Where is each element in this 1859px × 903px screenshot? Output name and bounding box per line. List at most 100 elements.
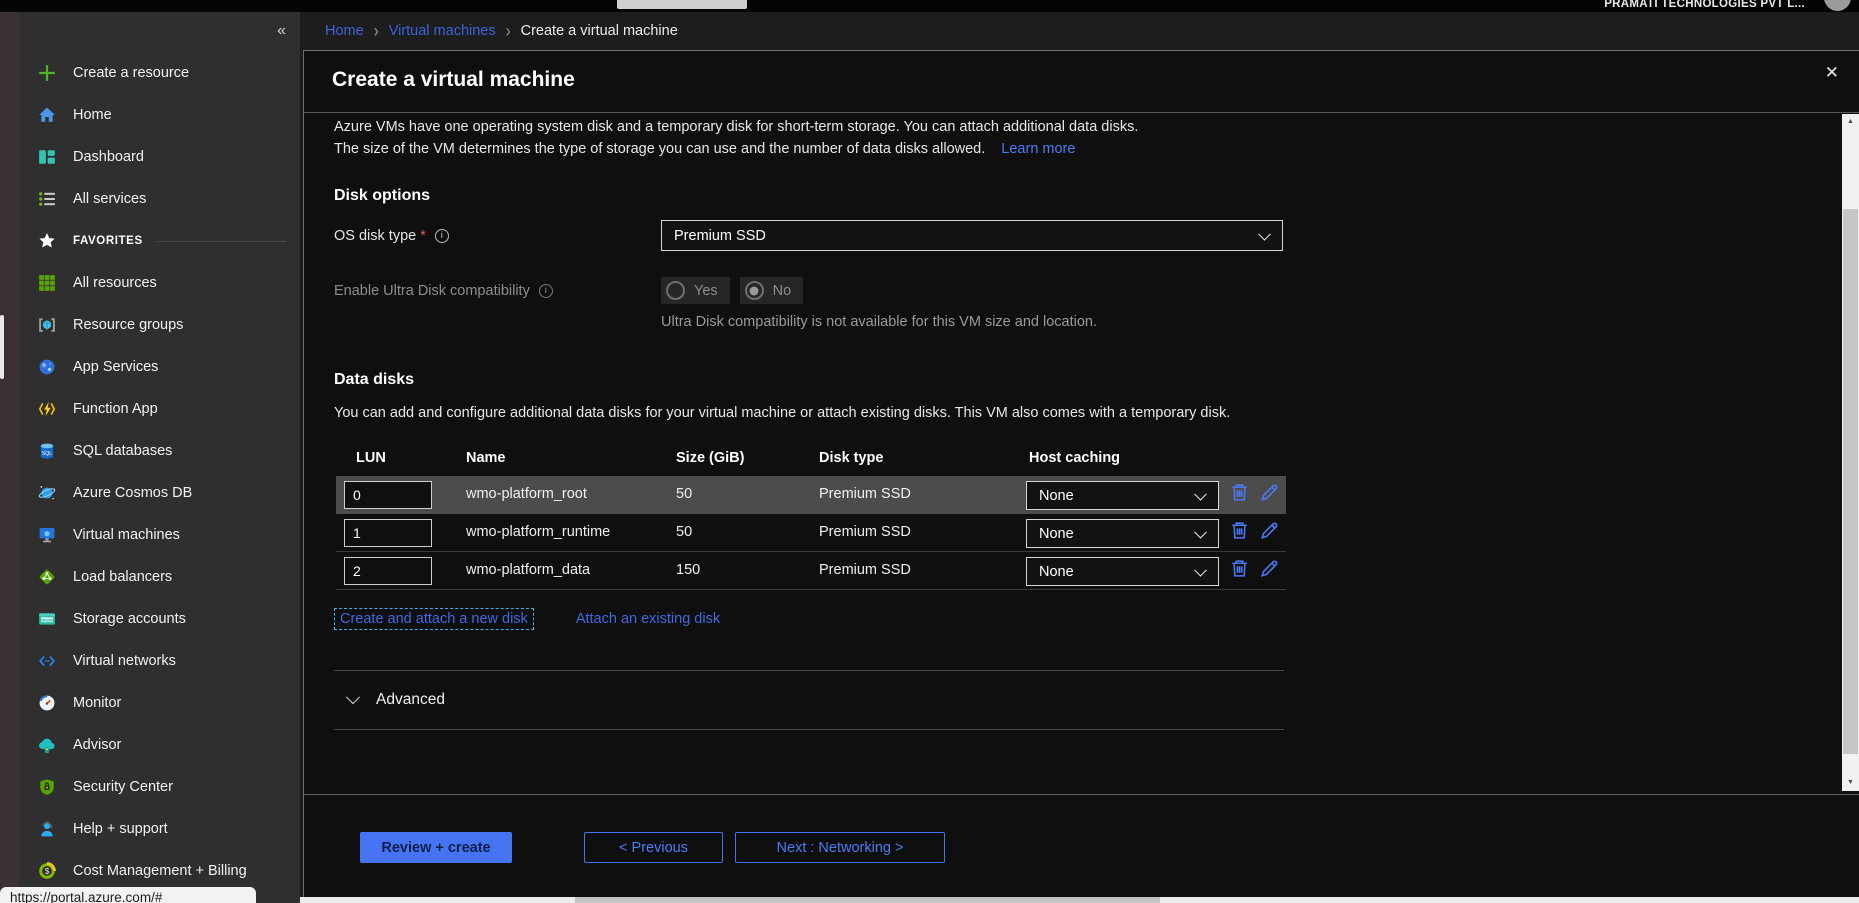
main-area: Home › Virtual machines › Create a virtu… — [300, 12, 1859, 903]
host-caching-value: None — [1039, 488, 1074, 504]
sidebar-item-label: Function App — [73, 401, 158, 417]
table-row: wmo-platform_data 150 Premium SSD None — [336, 552, 1286, 590]
chevron-right-icon: › — [506, 20, 511, 41]
sidebar-item-virtual-machines[interactable]: Virtual machines — [19, 514, 300, 556]
sidebar-item-create-a-resource[interactable]: Create a resource — [19, 52, 300, 94]
os-disk-type-label-col: OS disk type* i — [334, 228, 661, 244]
sidebar-item-home[interactable]: Home — [19, 94, 300, 136]
chevron-down-icon — [1194, 487, 1207, 500]
disk-size: 50 — [676, 524, 692, 540]
sidebar-item-dashboard[interactable]: Dashboard — [19, 136, 300, 178]
sidebar-item-all-services[interactable]: All services — [19, 178, 300, 220]
sidebar-item-label: Create a resource — [73, 65, 189, 81]
sidebar-item-load-balancers[interactable]: Load balancers — [19, 556, 300, 598]
list-icon — [38, 190, 56, 208]
planet-icon — [38, 484, 56, 502]
advanced-label: Advanced — [376, 691, 445, 709]
sidebar-collapse-button[interactable]: « — [277, 22, 286, 40]
sidebar-item-advisor[interactable]: Advisor — [19, 724, 300, 766]
sidebar-item-cost-management[interactable]: $ Cost Management + Billing — [19, 850, 300, 892]
gauge-icon — [38, 694, 56, 712]
radio-label: No — [773, 283, 792, 299]
close-icon[interactable]: ✕ — [1825, 63, 1839, 83]
attach-existing-disk-link[interactable]: Attach an existing disk — [576, 611, 720, 627]
breadcrumb: Home › Virtual machines › Create a virtu… — [300, 12, 1859, 50]
horizontal-scrollbar-thumb[interactable] — [575, 897, 1160, 903]
sidebar: « Create a resource Home Dashboard All s… — [0, 12, 300, 903]
edit-disk-icon[interactable] — [1259, 482, 1280, 503]
create-vm-blade: Create a virtual machine ✕ Azure VMs hav… — [303, 50, 1859, 903]
breadcrumb-virtual-machines-link[interactable]: Virtual machines — [389, 23, 496, 39]
azure-portal-screen: PRAMATI TECHNOLOGIES PVT L... « Create a… — [0, 0, 1859, 903]
sidebar-item-label: Dashboard — [73, 149, 144, 165]
disk-type: Premium SSD — [819, 486, 911, 502]
sidebar-item-azure-cosmos-db[interactable]: Azure Cosmos DB — [19, 472, 300, 514]
delete-disk-icon[interactable] — [1229, 558, 1250, 579]
sidebar-item-label: Home — [73, 107, 112, 123]
ultra-disk-no-radio[interactable]: No — [740, 277, 804, 304]
search-box-partial[interactable] — [617, 0, 747, 9]
info-icon[interactable]: i — [539, 284, 553, 298]
next-networking-button[interactable]: Next : Networking > — [735, 832, 945, 863]
sidebar-item-storage-accounts[interactable]: Storage accounts — [19, 598, 300, 640]
sidebar-nav: Create a resource Home Dashboard All ser… — [19, 52, 300, 892]
sidebar-scrollbar-thumb[interactable] — [0, 315, 4, 379]
storage-icon — [38, 610, 56, 628]
disk-name: wmo-platform_root — [466, 486, 587, 502]
os-disk-type-dropdown[interactable]: Premium SSD — [661, 220, 1283, 251]
lun-input[interactable] — [344, 481, 432, 509]
globe-icon — [38, 358, 56, 376]
edit-disk-icon[interactable] — [1259, 558, 1280, 579]
host-caching-dropdown[interactable]: None — [1026, 519, 1219, 548]
sidebar-item-label: App Services — [73, 359, 158, 375]
previous-button[interactable]: < Previous — [584, 832, 723, 863]
vertical-scrollbar[interactable]: ▲ ▼ — [1842, 114, 1859, 791]
scroll-down-icon[interactable]: ▼ — [1842, 775, 1859, 791]
data-disks-heading: Data disks — [334, 371, 1842, 389]
delete-disk-icon[interactable] — [1229, 482, 1250, 503]
host-caching-dropdown[interactable]: None — [1026, 481, 1219, 510]
learn-more-link[interactable]: Learn more — [1001, 141, 1075, 157]
review-create-button[interactable]: Review + create — [360, 832, 512, 863]
sidebar-item-virtual-networks[interactable]: Virtual networks — [19, 640, 300, 682]
sidebar-item-security-center[interactable]: Security Center — [19, 766, 300, 808]
delete-disk-icon[interactable] — [1229, 520, 1250, 541]
create-attach-new-disk-link[interactable]: Create and attach a new disk — [334, 608, 534, 630]
sidebar-item-label: All services — [73, 191, 146, 207]
horizontal-scrollbar[interactable] — [300, 897, 1859, 903]
advisor-icon — [38, 736, 56, 754]
sidebar-item-app-services[interactable]: App Services — [19, 346, 300, 388]
sidebar-item-function-app[interactable]: Function App — [19, 388, 300, 430]
sidebar-item-label: Advisor — [73, 737, 121, 753]
table-row: wmo-platform_root 50 Premium SSD None — [336, 476, 1286, 514]
breadcrumb-home-link[interactable]: Home — [325, 23, 364, 39]
intro-line-2: The size of the VM determines the type o… — [334, 141, 985, 157]
top-bar: PRAMATI TECHNOLOGIES PVT L... — [0, 0, 1859, 12]
sidebar-item-help-support[interactable]: Help + support — [19, 808, 300, 850]
scrollbar-thumb[interactable] — [1843, 209, 1858, 754]
sidebar-item-monitor[interactable]: Monitor — [19, 682, 300, 724]
ultra-disk-yes-radio[interactable]: Yes — [661, 277, 730, 304]
lun-input[interactable] — [344, 557, 432, 585]
sidebar-item-label: Azure Cosmos DB — [73, 485, 192, 501]
scroll-up-icon[interactable]: ▲ — [1842, 114, 1859, 130]
data-disks-description: You can add and configure additional dat… — [334, 402, 1269, 424]
row-actions — [1229, 558, 1280, 579]
column-header-host-caching: Host caching — [1029, 450, 1120, 466]
sidebar-item-all-resources[interactable]: All resources — [19, 262, 300, 304]
edit-disk-icon[interactable] — [1259, 520, 1280, 541]
chevron-down-icon — [1194, 525, 1207, 538]
disk-links-row: Create and attach a new disk Attach an e… — [334, 608, 1842, 630]
required-asterisk: * — [420, 228, 426, 244]
sidebar-item-label: Cost Management + Billing — [73, 863, 247, 879]
sidebar-item-resource-groups[interactable]: Resource groups — [19, 304, 300, 346]
lun-input[interactable] — [344, 519, 432, 547]
advanced-toggle[interactable]: Advanced — [334, 671, 1284, 729]
cost-ring-icon: $ — [38, 862, 56, 880]
info-icon[interactable]: i — [435, 229, 449, 243]
radio-icon — [666, 281, 685, 300]
sidebar-item-sql-databases[interactable]: SQL SQL databases — [19, 430, 300, 472]
avatar[interactable] — [1824, 0, 1851, 11]
host-caching-dropdown[interactable]: None — [1026, 557, 1219, 586]
dashboard-icon — [38, 148, 56, 166]
